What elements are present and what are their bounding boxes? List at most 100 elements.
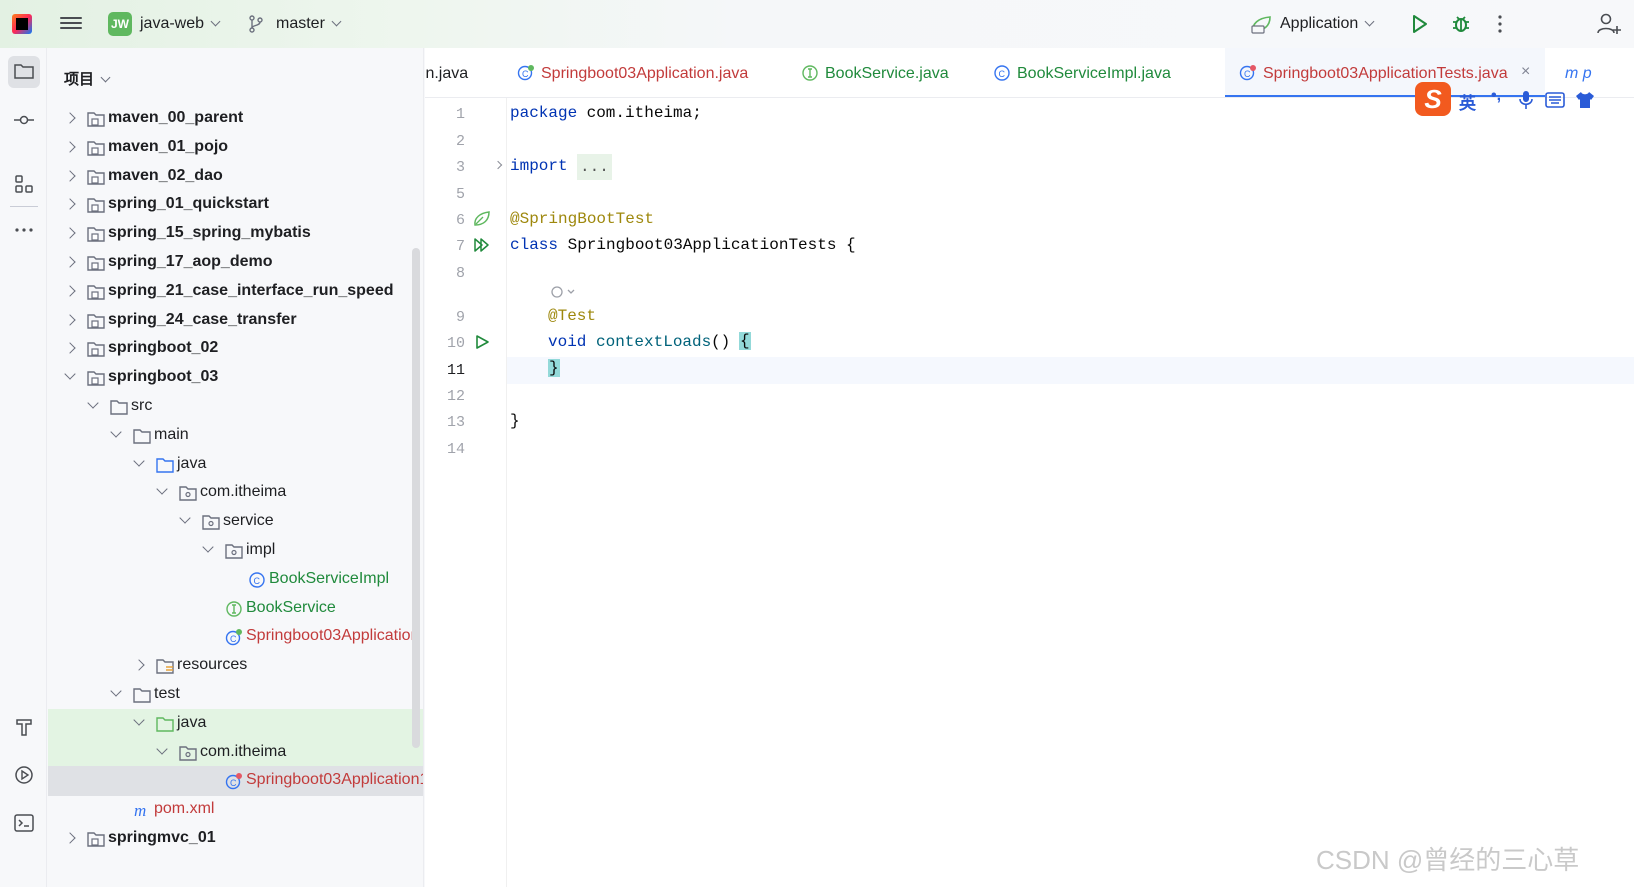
- chevron-right-icon[interactable]: [64, 141, 76, 153]
- tree-row[interactable]: resources: [48, 651, 423, 681]
- run-icon[interactable]: [1408, 13, 1430, 35]
- chevron-down-icon[interactable]: [110, 426, 122, 438]
- chevron-down-icon[interactable]: [87, 397, 99, 409]
- chevron-down-icon[interactable]: [156, 483, 168, 496]
- tree-row[interactable]: m pom.xml: [48, 795, 423, 825]
- tree-row[interactable]: service: [48, 507, 423, 537]
- terminal-tool-button[interactable]: [8, 807, 40, 839]
- ai-assist-icon[interactable]: [549, 284, 575, 300]
- keyboard-icon[interactable]: [1545, 92, 1565, 108]
- strip-separator: [10, 206, 38, 207]
- tree-row[interactable]: main: [48, 421, 423, 451]
- tree-row[interactable]: springboot_02: [48, 334, 423, 364]
- chevron-down-icon[interactable]: [156, 742, 168, 755]
- chevron-right-icon[interactable]: [64, 285, 76, 297]
- line-number: 5: [455, 186, 465, 203]
- tree-row[interactable]: spring_01_quickstart: [48, 190, 423, 220]
- chevron-right-icon[interactable]: [64, 227, 76, 239]
- chevron-right-icon[interactable]: [64, 112, 76, 124]
- tab-bookserviceimpl[interactable]: C BookServiceImpl.java: [969, 48, 1199, 97]
- tree-row[interactable]: java: [48, 450, 423, 480]
- project-switcher[interactable]: java-web: [140, 15, 221, 33]
- line-number: 3: [455, 159, 465, 176]
- project-tool-button[interactable]: [8, 56, 40, 88]
- code-area[interactable]: package com.itheima; import... @SpringBo…: [507, 98, 1634, 887]
- module-folder-icon: [86, 312, 106, 330]
- line-number: 9: [455, 309, 465, 326]
- chevron-down-icon[interactable]: [133, 454, 145, 467]
- main-menu-icon[interactable]: [60, 14, 82, 34]
- code-line: import...: [507, 154, 1634, 181]
- chevron-down-icon: [1364, 16, 1375, 27]
- tree-item-label: com.itheima: [200, 742, 287, 760]
- tree-row[interactable]: BookService: [48, 594, 423, 624]
- tree-row[interactable]: springboot_03: [48, 363, 423, 393]
- structure-tool-button[interactable]: [8, 168, 40, 200]
- project-badge[interactable]: JW: [108, 12, 132, 36]
- tree-row[interactable]: spring_21_case_interface_run_speed: [48, 277, 423, 307]
- annotation: @SpringBootTest: [510, 210, 655, 228]
- project-scrollbar[interactable]: [412, 248, 420, 748]
- tree-row[interactable]: maven_01_pojo: [48, 133, 423, 163]
- chevron-down-icon[interactable]: [202, 541, 214, 553]
- line-number: 13: [446, 414, 465, 431]
- spring-bean-icon[interactable]: [473, 210, 491, 228]
- ime-punctuation[interactable]: •,: [1491, 87, 1501, 105]
- chevron-right-icon[interactable]: [64, 832, 76, 844]
- tree-item-label: spring_01_quickstart: [108, 195, 269, 213]
- intellij-logo-icon[interactable]: [12, 14, 32, 34]
- chevron-down-icon[interactable]: [110, 685, 122, 697]
- more-tools-button[interactable]: [8, 214, 40, 246]
- run-tests-icon[interactable]: [473, 236, 491, 254]
- tree-row[interactable]: spring_17_aop_demo: [48, 248, 423, 278]
- skin-shirt-icon[interactable]: [1575, 91, 1595, 109]
- commit-tool-button[interactable]: [8, 105, 40, 137]
- chevron-down-icon[interactable]: [64, 368, 76, 380]
- tree-row[interactable]: maven_02_dao: [48, 162, 423, 192]
- services-tool-button[interactable]: [8, 759, 40, 791]
- chevron-right-icon[interactable]: [64, 313, 76, 326]
- project-panel-header[interactable]: 项目: [64, 68, 111, 89]
- tree-row[interactable]: src: [48, 392, 423, 422]
- add-user-icon[interactable]: [1596, 12, 1622, 36]
- debug-icon[interactable]: [1450, 13, 1472, 35]
- sogou-logo-icon[interactable]: S: [1415, 82, 1451, 116]
- tree-row[interactable]: maven_00_parent: [48, 104, 423, 134]
- tree-row[interactable]: C Springboot03Application1: [48, 766, 423, 797]
- run-configuration-selector[interactable]: Application: [1280, 15, 1375, 33]
- chevron-right-icon[interactable]: [64, 342, 76, 355]
- tree-row[interactable]: test: [48, 680, 423, 710]
- folded-imports[interactable]: ...: [577, 154, 612, 180]
- tree-row[interactable]: spring_24_case_transfer: [48, 306, 423, 336]
- more-vertical-icon[interactable]: [1494, 13, 1506, 35]
- chevron-right-icon[interactable]: [64, 256, 76, 268]
- chevron-down-icon: [210, 16, 221, 27]
- spring-boot-class-icon: C: [517, 65, 534, 81]
- tab-springboot03-application[interactable]: C Springboot03Application.java: [505, 48, 775, 97]
- run-test-icon[interactable]: [473, 333, 491, 351]
- chevron-down-icon[interactable]: [133, 714, 145, 726]
- tree-row[interactable]: springmvc_01: [48, 824, 423, 854]
- fold-expand-icon[interactable]: [493, 160, 503, 170]
- tree-row[interactable]: java: [48, 708, 423, 739]
- tree-row[interactable]: C Springboot03Application: [48, 622, 423, 652]
- microphone-icon[interactable]: [1519, 90, 1533, 110]
- branch-switcher[interactable]: master: [276, 15, 342, 33]
- chevron-right-icon[interactable]: [133, 659, 145, 671]
- build-tool-button[interactable]: [8, 711, 40, 743]
- svg-text:C: C: [254, 576, 261, 586]
- tree-row[interactable]: C BookServiceImpl: [48, 565, 423, 595]
- chevron-down-icon[interactable]: [179, 512, 191, 524]
- chevron-right-icon[interactable]: [64, 169, 76, 182]
- tree-row[interactable]: spring_15_spring_mybatis: [48, 219, 423, 249]
- tab-application-java[interactable]: ion.java: [425, 48, 505, 97]
- ime-language[interactable]: 英: [1459, 89, 1476, 114]
- chevron-right-icon[interactable]: [64, 198, 76, 211]
- tree-row[interactable]: com.itheima: [48, 478, 423, 508]
- tree-row[interactable]: impl: [48, 536, 423, 566]
- tab-bookservice[interactable]: BookService.java: [775, 48, 969, 97]
- close-tab-icon[interactable]: ×: [1521, 63, 1530, 81]
- keyword: class: [510, 236, 559, 254]
- tree-row[interactable]: com.itheima: [48, 737, 423, 768]
- tool-window-strip: [0, 48, 47, 887]
